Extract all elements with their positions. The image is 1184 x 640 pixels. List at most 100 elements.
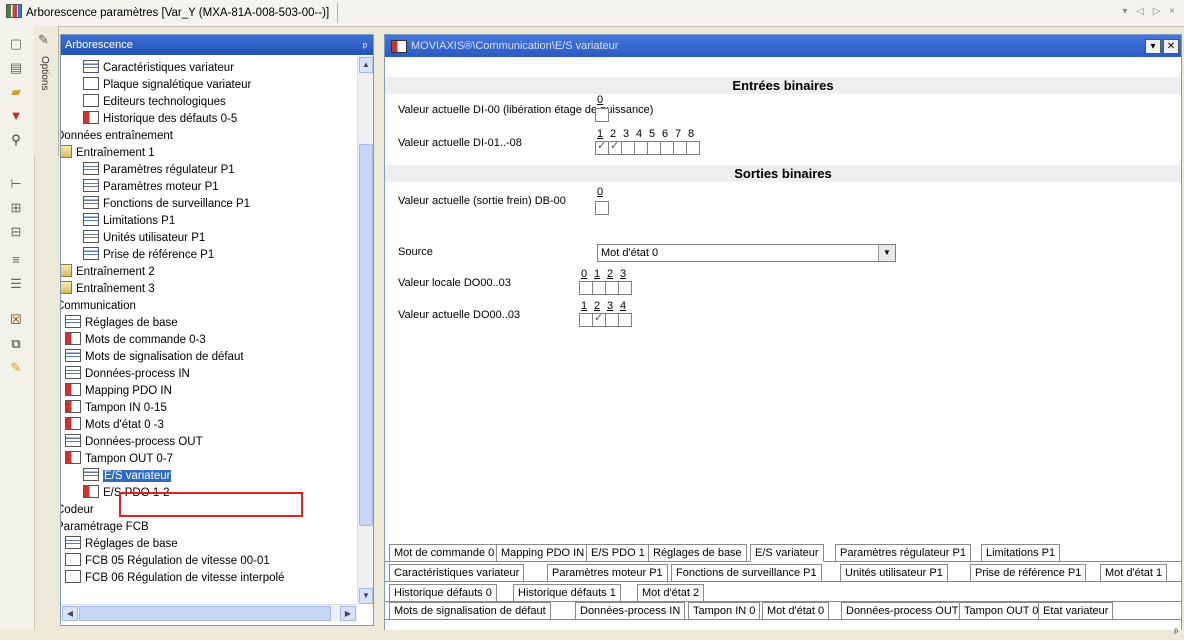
tab[interactable]: Données-process OUT <box>841 602 964 619</box>
sew-upload-icon[interactable]: ▼ <box>8 108 24 124</box>
tree-item[interactable]: −Communication <box>61 298 136 315</box>
tree-item[interactable]: Données-process OUT <box>65 434 203 451</box>
db00-label: Valeur actuelle (sortie frein) DB-00 <box>398 195 566 207</box>
scroll-left-icon[interactable]: ◀ <box>62 606 78 621</box>
tree-item[interactable]: Tampon OUT 0-7 <box>65 451 173 468</box>
tab[interactable]: Caractéristiques variateur <box>389 564 525 581</box>
tree-item[interactable]: FCB 05 Régulation de vitesse 00-01 <box>65 553 270 570</box>
tab[interactable]: Tampon OUT 0 <box>959 602 1044 619</box>
save-icon[interactable]: ▤ <box>8 60 24 76</box>
copy-icon[interactable]: ⧉ <box>8 336 24 352</box>
tab[interactable]: Données-process IN <box>575 602 686 619</box>
tab[interactable]: Paramètres moteur P1 <box>547 564 668 581</box>
tree-item-label: Mots de signalisation de défaut <box>85 351 244 363</box>
tab[interactable]: Etat variateur <box>1038 602 1114 619</box>
document-tab[interactable]: Arborescence paramètres [Var_Y (MXA-81A-… <box>6 3 339 23</box>
tab[interactable]: Mot d'état 0 <box>762 602 830 619</box>
scroll-down-icon[interactable]: ▼ <box>359 588 373 604</box>
tree-item[interactable]: Réglages de base <box>65 536 178 553</box>
tree-item[interactable]: Unités utilisateur P1 <box>83 230 205 247</box>
parameter-screen-icon <box>83 60 99 73</box>
tree-item[interactable]: Données-process IN <box>65 366 190 383</box>
tree-horizontal-scrollbar[interactable]: ◀ ▶ <box>61 604 357 621</box>
tree-add-icon[interactable]: ⊞ <box>8 200 24 216</box>
tab[interactable]: Limitations P1 <box>981 544 1061 561</box>
tab[interactable]: E/S variateur <box>750 544 824 562</box>
tab[interactable]: Unités utilisateur P1 <box>840 564 948 581</box>
tree-item[interactable]: Mapping PDO IN <box>65 383 172 400</box>
pencil-icon[interactable]: ✎ <box>8 360 24 376</box>
options-strip[interactable]: ✎ Options <box>34 26 59 156</box>
tree-item[interactable]: Mots de commande 0-3 <box>65 332 206 349</box>
document-icon <box>65 553 81 566</box>
parameter-screen-icon <box>83 179 99 192</box>
tree-expand-icon[interactable]: ⊢ <box>8 176 24 192</box>
tree-item-label: Tampon IN 0-15 <box>85 402 167 414</box>
scroll-up-icon[interactable]: ▲ <box>359 57 373 73</box>
tree-item[interactable]: +Entraînement 3 <box>61 281 155 298</box>
scroll-thumb[interactable] <box>359 144 373 526</box>
di-bit-number: 6 <box>662 128 669 140</box>
tab[interactable]: Historique défauts 0 <box>389 584 497 601</box>
tree-item[interactable]: Editeurs technologiques <box>83 94 226 111</box>
binoculars-icon[interactable]: ⚲ <box>8 132 24 148</box>
tree-item[interactable]: −Paramétrage FCB <box>61 519 149 536</box>
columns-icon[interactable]: ☰ <box>8 276 24 292</box>
tree-item[interactable]: −Entraînement 1 <box>61 145 155 162</box>
do-actual-checkbox <box>592 311 606 327</box>
tree-item[interactable]: FCB 06 Régulation de vitesse interpolé <box>65 570 284 587</box>
tab-row-divider <box>385 619 1181 620</box>
new-document-icon[interactable]: ▢ <box>8 36 24 52</box>
chevron-down-icon[interactable]: ▼ <box>878 245 895 261</box>
tab-navigation-arrows[interactable]: ▾ ◁ ▷ × <box>1122 6 1178 17</box>
tree-item[interactable]: Plaque signalétique variateur <box>83 77 251 94</box>
tab[interactable]: Mots de signalisation de défaut <box>389 602 551 619</box>
tab[interactable]: Mot d'état 1 <box>1100 564 1168 581</box>
tree-item[interactable]: Mots de signalisation de défaut <box>65 349 244 366</box>
pin-icon[interactable]: ᵖ <box>363 37 367 57</box>
tree-item[interactable]: Réglages de base <box>65 315 178 332</box>
tree-item[interactable]: Paramètres régulateur P1 <box>83 162 235 179</box>
scroll-right-icon[interactable]: ▶ <box>340 606 356 621</box>
parameter-tree: Caractéristiques variateur Plaque signalé… <box>61 56 355 604</box>
close-icon[interactable]: ✕ <box>1163 39 1179 54</box>
tree-item[interactable]: Fonctions de surveillance P1 <box>83 196 250 213</box>
tab[interactable]: E/S PDO 1 <box>586 544 650 561</box>
tab[interactable]: Mot de commande 0 <box>389 544 500 561</box>
tree-item[interactable]: Caractéristiques variateur <box>83 60 234 77</box>
tree-item-label: Entraînement 2 <box>76 266 155 278</box>
tab[interactable]: Mot d'état 2 <box>637 584 705 601</box>
tree-item-label: Plaque signalétique variateur <box>103 79 252 91</box>
tree-item-label: Entraînement 3 <box>76 283 155 295</box>
tree-vertical-scrollbar[interactable]: ▲ ▼ <box>357 56 373 604</box>
delete-icon[interactable]: ☒ <box>8 312 24 328</box>
tab[interactable]: Tampon IN 0 <box>688 602 761 619</box>
list-icon[interactable]: ≡ <box>8 252 24 268</box>
tree-item[interactable]: Historique des défauts 0-5 <box>83 111 237 128</box>
tree-item[interactable]: Paramètres moteur P1 <box>83 179 219 196</box>
tree-item[interactable]: E/S variateur <box>83 468 172 485</box>
di00-label: Valeur actuelle DI-00 (libération étage … <box>398 104 654 116</box>
tab[interactable]: Historique défauts 1 <box>513 584 621 601</box>
tree-item[interactable]: Limitations P1 <box>83 213 175 230</box>
tree-item[interactable]: Mots d'état 0 -3 <box>65 417 164 434</box>
tree-item[interactable]: −Données entraînement <box>61 128 173 145</box>
tree-item[interactable]: +Entraînement 2 <box>61 264 155 281</box>
tree-collapse-icon[interactable]: ⊟ <box>8 224 24 240</box>
open-folder-icon[interactable]: ▰ <box>8 84 24 100</box>
parameter-red-icon <box>83 485 99 498</box>
tree-item[interactable]: +Codeur <box>61 502 94 519</box>
source-select[interactable]: Mot d'état 0 ▼ <box>597 244 896 262</box>
tab[interactable]: Réglages de base <box>648 544 747 561</box>
tab[interactable]: Paramètres régulateur P1 <box>835 544 971 561</box>
main-panel-header: MOVIAXIS®\Communication\E/S variateur ▾ … <box>385 35 1181 57</box>
document-icon <box>65 570 81 583</box>
tab[interactable]: Mapping PDO IN <box>496 544 590 561</box>
tab[interactable]: Fonctions de surveillance P1 <box>671 564 822 581</box>
tab[interactable]: Prise de référence P1 <box>970 564 1087 581</box>
tree-item[interactable]: Tampon IN 0-15 <box>65 400 167 417</box>
tree-item[interactable]: Prise de référence P1 <box>83 247 214 264</box>
dropdown-menu-icon[interactable]: ▾ <box>1145 39 1161 54</box>
hscroll-thumb[interactable] <box>79 606 331 621</box>
pin-icon[interactable]: ᵖ <box>1174 627 1178 638</box>
